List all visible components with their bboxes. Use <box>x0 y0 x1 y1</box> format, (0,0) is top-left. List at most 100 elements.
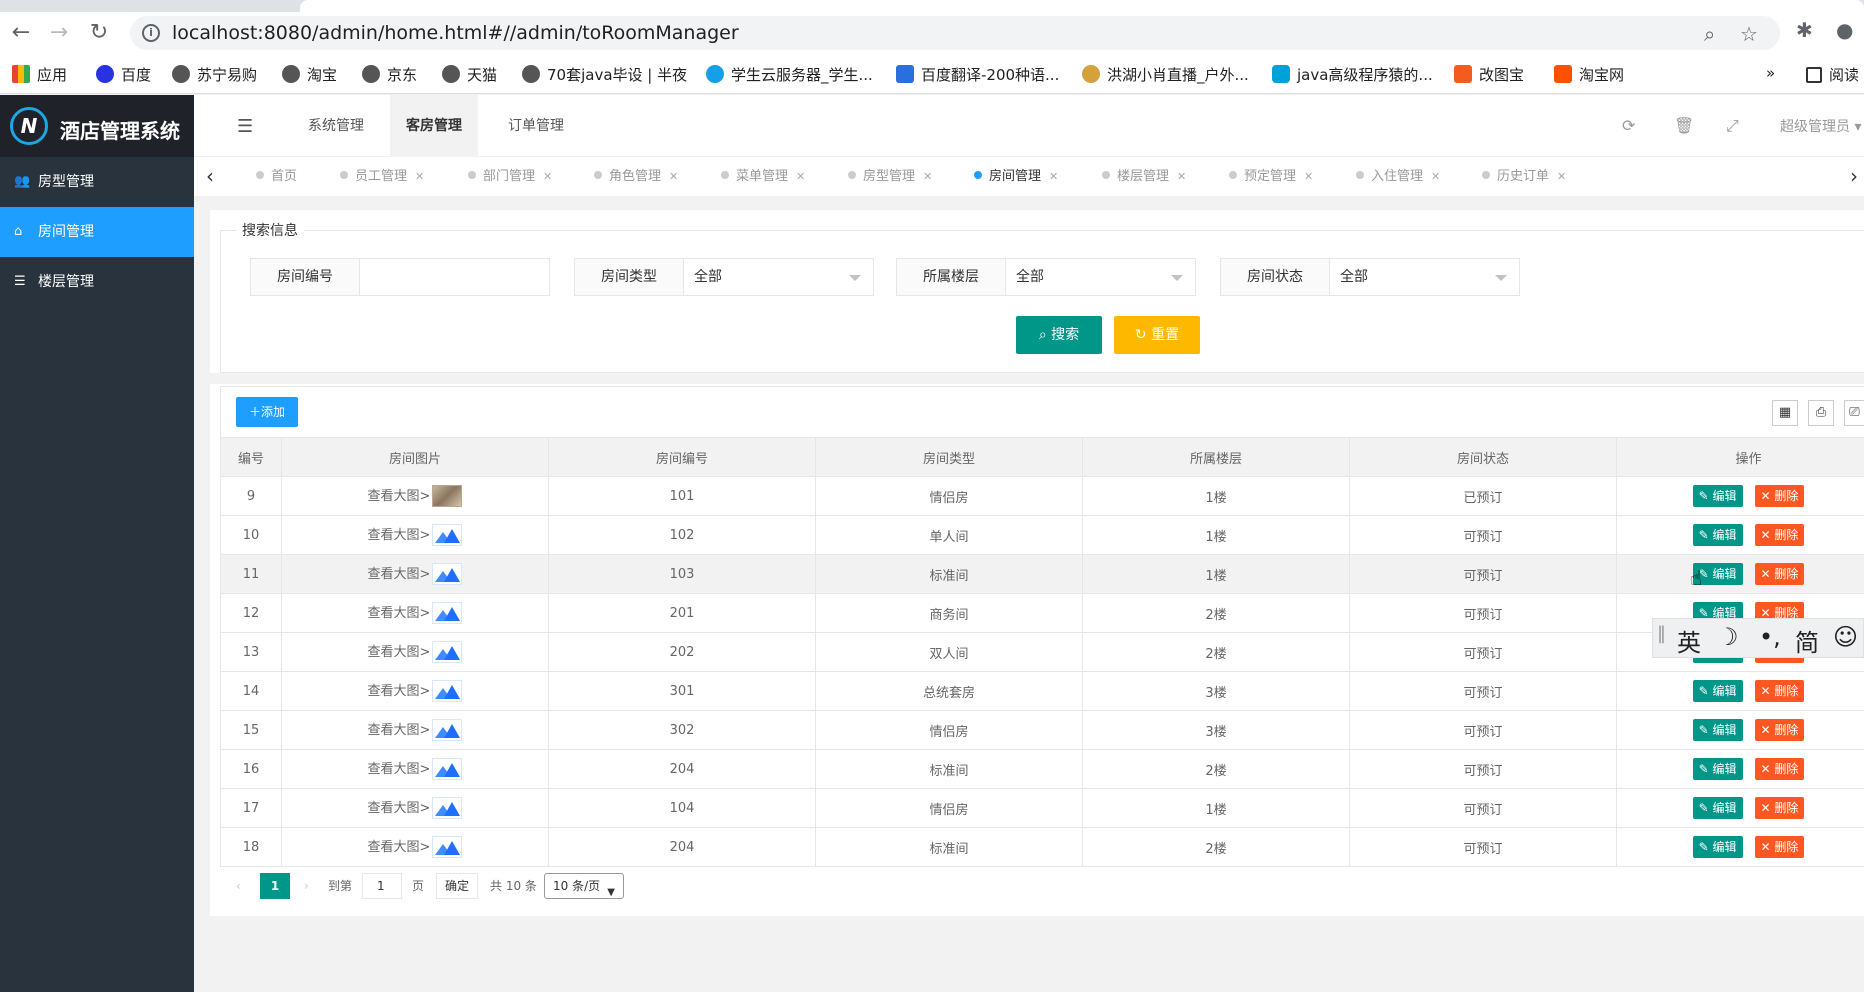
edit-button[interactable]: ✎ 编辑 <box>1692 524 1743 546</box>
bookmark-reading[interactable]: 阅读 <box>1806 64 1859 85</box>
star-icon[interactable]: ☆ <box>1740 22 1758 46</box>
edit-button[interactable]: ✎ 编辑 <box>1692 719 1743 741</box>
ime-toolbar[interactable]: ‖ 英 ☽ •, 简 ☺ <box>1652 618 1864 658</box>
goto-confirm-button[interactable]: 确定 <box>436 873 478 899</box>
bookmark-live[interactable]: 洪湖小肖直播_户外... <box>1082 64 1249 85</box>
add-button[interactable]: ＋添加 <box>236 397 298 427</box>
close-icon[interactable]: ✕ <box>923 170 932 183</box>
edit-button[interactable]: ✎ 编辑 <box>1692 758 1743 780</box>
bookmark-jd[interactable]: 京东 <box>362 64 417 85</box>
delete-button[interactable]: ✕ 删除 <box>1754 680 1805 702</box>
edit-button[interactable]: ✎ 编辑 <box>1692 797 1743 819</box>
col-room-number[interactable]: 房间编号 <box>548 437 816 477</box>
bookmark-taobaowang[interactable]: 淘宝网 <box>1554 64 1624 85</box>
top-menu-system[interactable]: 系统管理 <box>292 95 380 157</box>
view-large-link[interactable]: 查看大图> <box>368 840 431 855</box>
view-large-link[interactable]: 查看大图> <box>368 606 431 621</box>
close-icon[interactable]: ✕ <box>1049 170 1058 183</box>
sidebar-item-room[interactable]: ⌂ 房间管理 <box>0 207 194 257</box>
delete-button[interactable]: ✕ 删除 <box>1754 563 1805 585</box>
close-icon[interactable]: ✕ <box>543 170 552 183</box>
delete-button[interactable]: ✕ 删除 <box>1754 836 1805 858</box>
bookmark-cloud[interactable]: 学生云服务器_学生... <box>706 64 873 85</box>
close-icon[interactable]: ✕ <box>1177 170 1186 183</box>
tab-menu[interactable]: 菜单管理 ✕ <box>721 157 805 197</box>
ime-simplified[interactable]: 简 <box>1795 623 1819 658</box>
sidebar-item-floor[interactable]: ☰ 楼层管理 <box>0 257 194 307</box>
close-icon[interactable]: ✕ <box>1431 170 1440 183</box>
col-status[interactable]: 房间状态 <box>1349 437 1617 477</box>
tab-checkin[interactable]: 入住管理 ✕ <box>1356 157 1440 197</box>
tab-dept[interactable]: 部门管理 ✕ <box>468 157 552 197</box>
prev-page-icon[interactable]: ‹ <box>236 872 241 900</box>
page-size-select[interactable]: 10 条/页 ▼ <box>544 873 624 899</box>
refresh-icon[interactable]: ⟳ <box>1622 116 1635 135</box>
room-thumbnail-icon[interactable] <box>432 797 463 820</box>
bookmarks-more[interactable]: » <box>1766 64 1775 82</box>
room-thumbnail-icon[interactable] <box>432 719 463 742</box>
tab-right-icon[interactable]: › <box>1850 164 1858 188</box>
room-thumbnail-icon[interactable] <box>432 485 463 508</box>
view-large-link[interactable]: 查看大图> <box>368 567 431 582</box>
col-room-type[interactable]: 房间类型 <box>815 437 1083 477</box>
edit-button[interactable]: ✎ 编辑 <box>1692 836 1743 858</box>
tab-reserve[interactable]: 预定管理 ✕ <box>1229 157 1313 197</box>
bookmark-baidu[interactable]: 百度 <box>96 64 151 85</box>
browser-active-tab[interactable] <box>300 0 1864 12</box>
view-large-link[interactable]: 查看大图> <box>368 762 431 777</box>
bookmark-apps[interactable]: 应用 <box>12 64 67 85</box>
room-thumbnail-icon[interactable] <box>432 680 463 703</box>
view-large-link[interactable]: 查看大图> <box>368 645 431 660</box>
fullscreen-icon[interactable]: ⤢ <box>1726 116 1739 136</box>
delete-button[interactable]: ✕ 删除 <box>1754 797 1805 819</box>
edit-button[interactable]: ✎ 编辑 <box>1692 680 1743 702</box>
view-large-link[interactable]: 查看大图> <box>368 528 431 543</box>
top-menu-order[interactable]: 订单管理 <box>492 95 580 157</box>
tab-left-icon[interactable]: ‹ <box>206 164 214 188</box>
view-large-link[interactable]: 查看大图> <box>368 801 431 816</box>
forward-icon[interactable]: → <box>46 20 72 46</box>
current-page[interactable]: 1 <box>260 873 290 899</box>
close-icon[interactable]: ✕ <box>1304 170 1313 183</box>
address-bar[interactable]: i localhost:8080/admin/home.html#//admin… <box>130 16 1780 50</box>
profile-icon[interactable]: ● <box>1836 18 1853 42</box>
tab-role[interactable]: 角色管理 ✕ <box>594 157 678 197</box>
search-button[interactable]: ⌕ 搜索 <box>1016 316 1102 354</box>
room-thumbnail-icon[interactable] <box>432 641 463 664</box>
view-large-link[interactable]: 查看大图> <box>368 684 431 699</box>
tab-room[interactable]: 房间管理 ✕ <box>974 157 1058 197</box>
print-icon[interactable]: ⎚ <box>1844 400 1864 426</box>
reload-icon[interactable]: ↻ <box>86 20 112 46</box>
close-icon[interactable]: ✕ <box>1557 170 1566 183</box>
extensions-icon[interactable]: ✱ <box>1796 18 1813 42</box>
bookmark-tmall[interactable]: 天猫 <box>442 64 497 85</box>
bookmark-java[interactable]: 70套java毕设 | 半夜 <box>522 64 687 85</box>
room-number-input[interactable] <box>360 258 550 296</box>
room-status-select[interactable]: 全部 <box>1330 258 1520 296</box>
delete-button[interactable]: ✕ 删除 <box>1754 485 1805 507</box>
delete-button[interactable]: ✕ 删除 <box>1754 719 1805 741</box>
zoom-icon[interactable]: ⌕ <box>1704 22 1715 46</box>
floor-select[interactable]: 全部 <box>1006 258 1196 296</box>
close-icon[interactable]: ✕ <box>796 170 805 183</box>
close-icon[interactable]: ✕ <box>669 170 678 183</box>
ime-lang[interactable]: 英 <box>1677 623 1701 658</box>
reset-button[interactable]: ↻ 重置 <box>1114 316 1200 354</box>
room-thumbnail-icon[interactable] <box>432 758 463 781</box>
bookmark-taobao[interactable]: 淘宝 <box>282 64 337 85</box>
col-id[interactable]: 编号 <box>220 437 282 477</box>
view-large-link[interactable]: 查看大图> <box>368 723 431 738</box>
edit-button[interactable]: ✎ 编辑 <box>1692 485 1743 507</box>
bookmark-bili[interactable]: java高级程序猿的... <box>1272 64 1433 85</box>
room-type-select[interactable]: 全部 <box>684 258 874 296</box>
sidebar-item-room-type[interactable]: 👥 房型管理 <box>0 157 194 207</box>
room-thumbnail-icon[interactable] <box>432 836 463 859</box>
col-actions[interactable]: 操作 <box>1616 437 1864 477</box>
admin-menu[interactable]: 超级管理员 ▾ <box>1780 116 1861 136</box>
ime-emoji-icon[interactable]: ☺ <box>1833 623 1858 651</box>
bookmark-fanyi[interactable]: 百度翻译-200种语... <box>896 64 1059 85</box>
room-thumbnail-icon[interactable] <box>432 563 463 586</box>
info-icon[interactable]: i <box>142 24 160 42</box>
room-thumbnail-icon[interactable] <box>432 602 463 625</box>
delete-button[interactable]: ✕ 删除 <box>1754 758 1805 780</box>
